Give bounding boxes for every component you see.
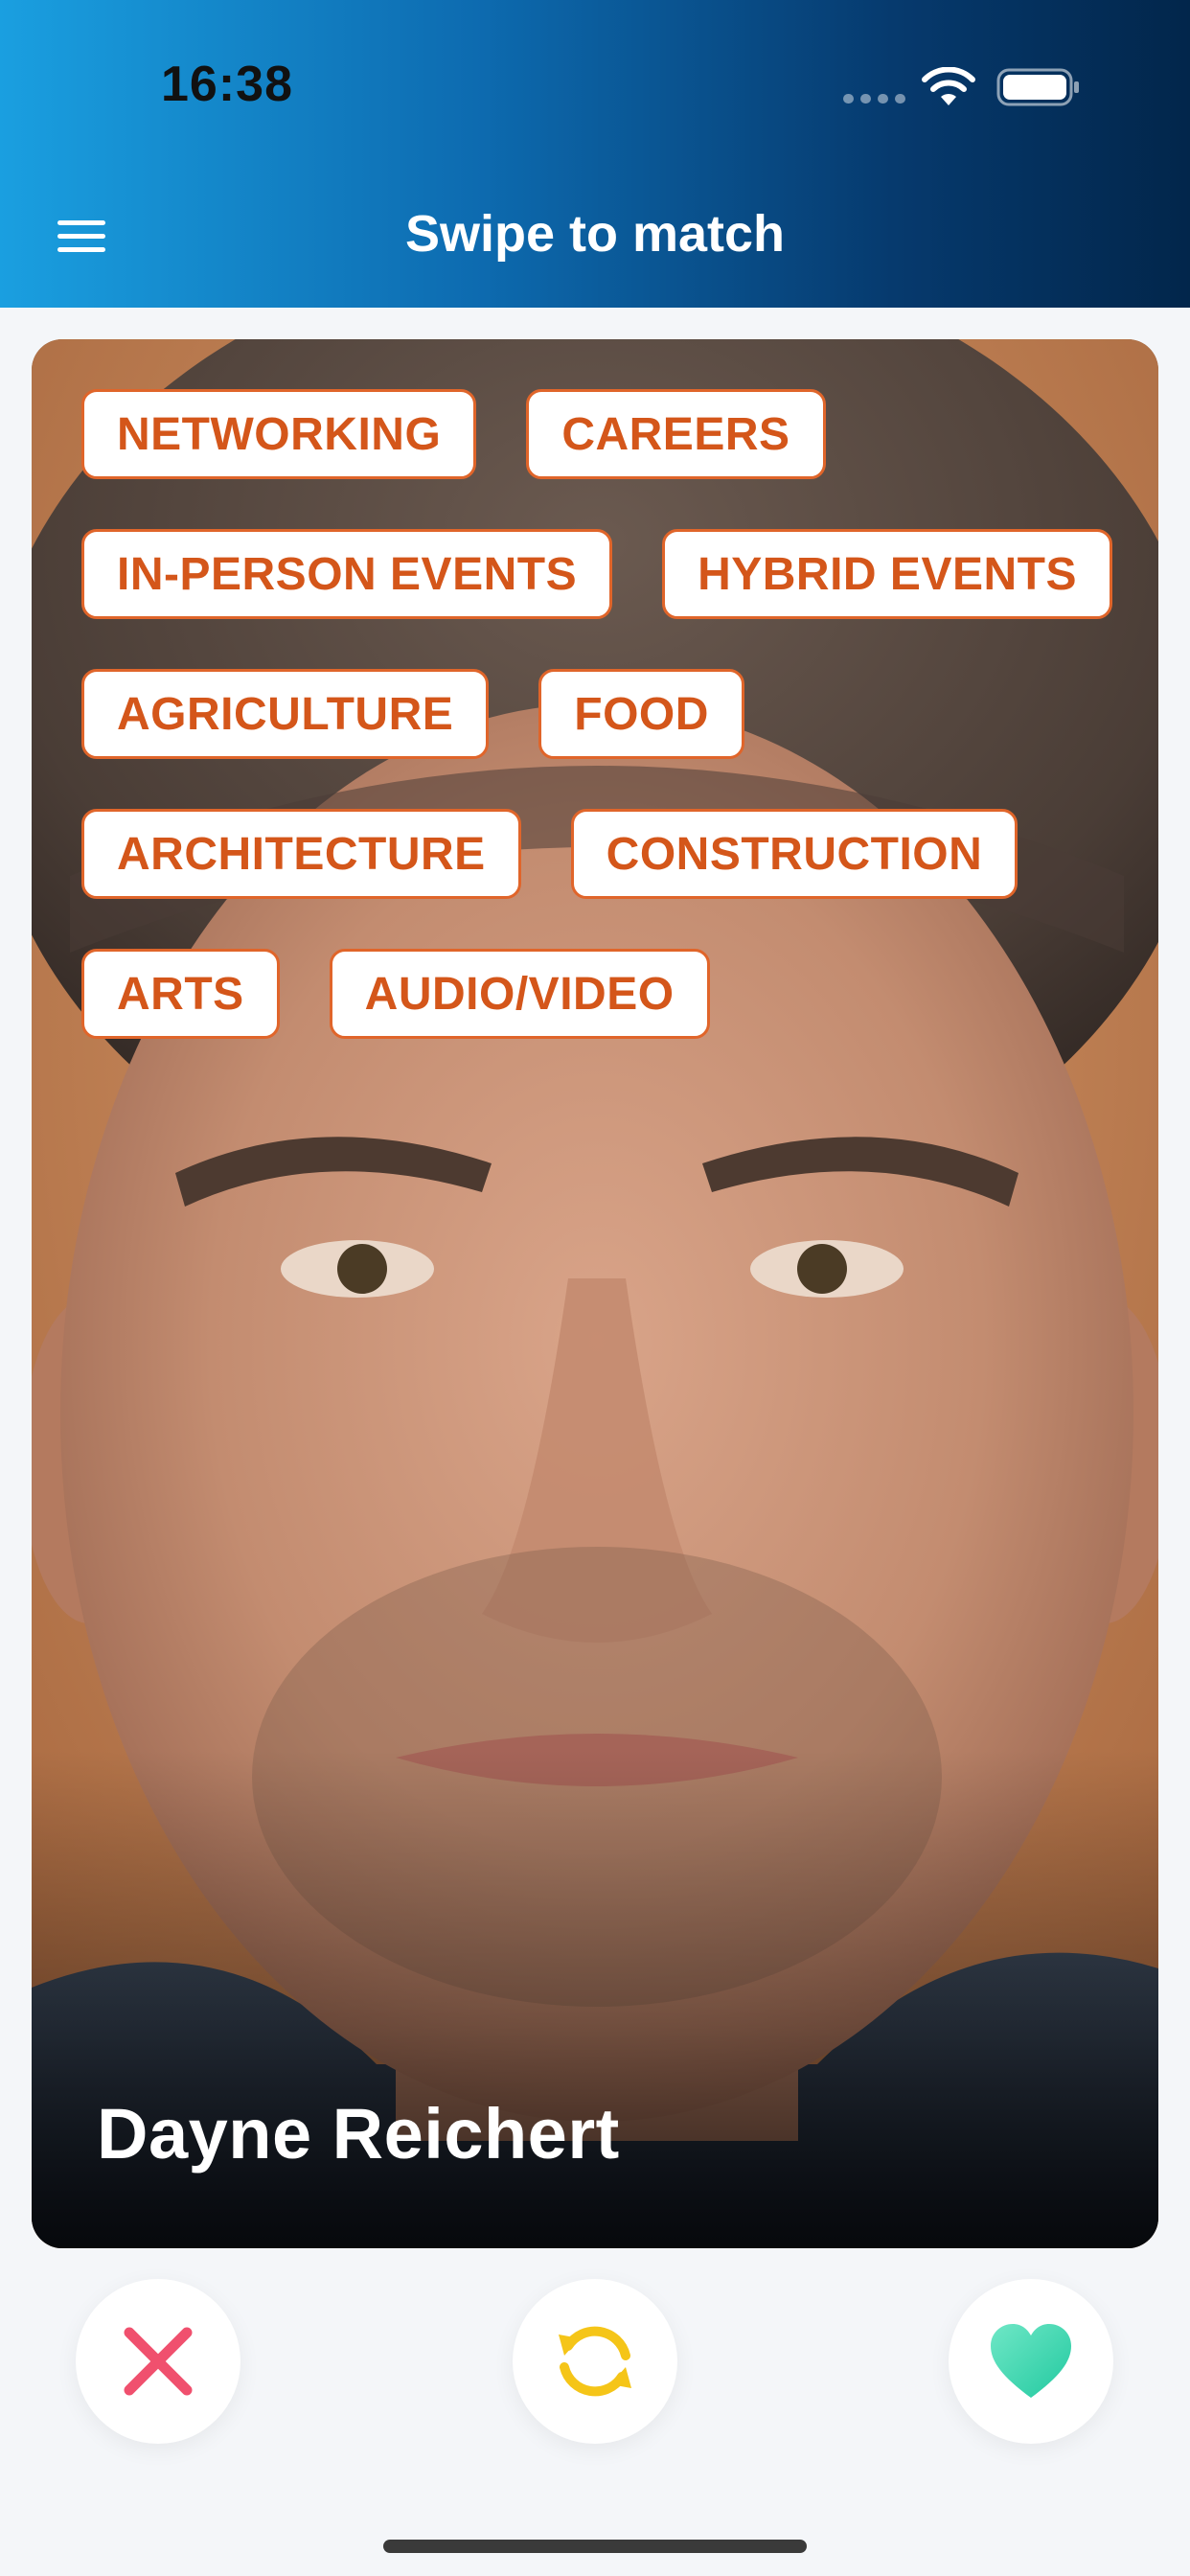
- profile-card[interactable]: NETWORKING CAREERS IN-PERSON EVENTS HYBRID…: [32, 339, 1158, 2248]
- interest-tags: NETWORKING CAREERS IN-PERSON EVENTS HYBRID…: [81, 389, 1135, 1039]
- page-title: Swipe to match: [404, 205, 786, 263]
- rewind-button[interactable]: [513, 2279, 677, 2444]
- tag-row: ARTS AUDIO/VIDEO: [81, 949, 1135, 1039]
- interest-tag: ARTS: [81, 949, 280, 1039]
- tag-row: NETWORKING CAREERS: [81, 389, 1135, 479]
- tag-row: ARCHITECTURE CONSTRUCTION: [81, 809, 1135, 899]
- battery-icon: [996, 68, 1079, 106]
- interest-tag: FOOD: [538, 669, 744, 759]
- interest-tag: CONSTRUCTION: [570, 809, 1018, 899]
- interest-tag: AUDIO/VIDEO: [329, 949, 710, 1039]
- home-indicator[interactable]: [383, 2540, 807, 2553]
- refresh-icon: [559, 2326, 631, 2397]
- interest-tag: NETWORKING: [81, 389, 477, 479]
- heart-icon: [991, 2324, 1071, 2398]
- interest-tag: IN-PERSON EVENTS: [81, 529, 613, 619]
- status-time: 16:38: [161, 57, 293, 112]
- wifi-icon: [922, 67, 975, 105]
- cellular-signal-icon: [843, 94, 906, 104]
- profile-name: Dayne Reichert: [97, 2094, 620, 2174]
- close-icon: [124, 2327, 193, 2396]
- like-button[interactable]: [949, 2279, 1113, 2444]
- tag-row: AGRICULTURE FOOD: [81, 669, 1135, 759]
- dislike-button[interactable]: [76, 2279, 240, 2444]
- interest-tag: CAREERS: [526, 389, 826, 479]
- interest-tag: AGRICULTURE: [81, 669, 490, 759]
- app-header: 16:38 Swipe to match: [0, 0, 1190, 308]
- interest-tag: ARCHITECTURE: [81, 809, 521, 899]
- tag-row: IN-PERSON EVENTS HYBRID EVENTS: [81, 529, 1135, 619]
- interest-tag: HYBRID EVENTS: [662, 529, 1112, 619]
